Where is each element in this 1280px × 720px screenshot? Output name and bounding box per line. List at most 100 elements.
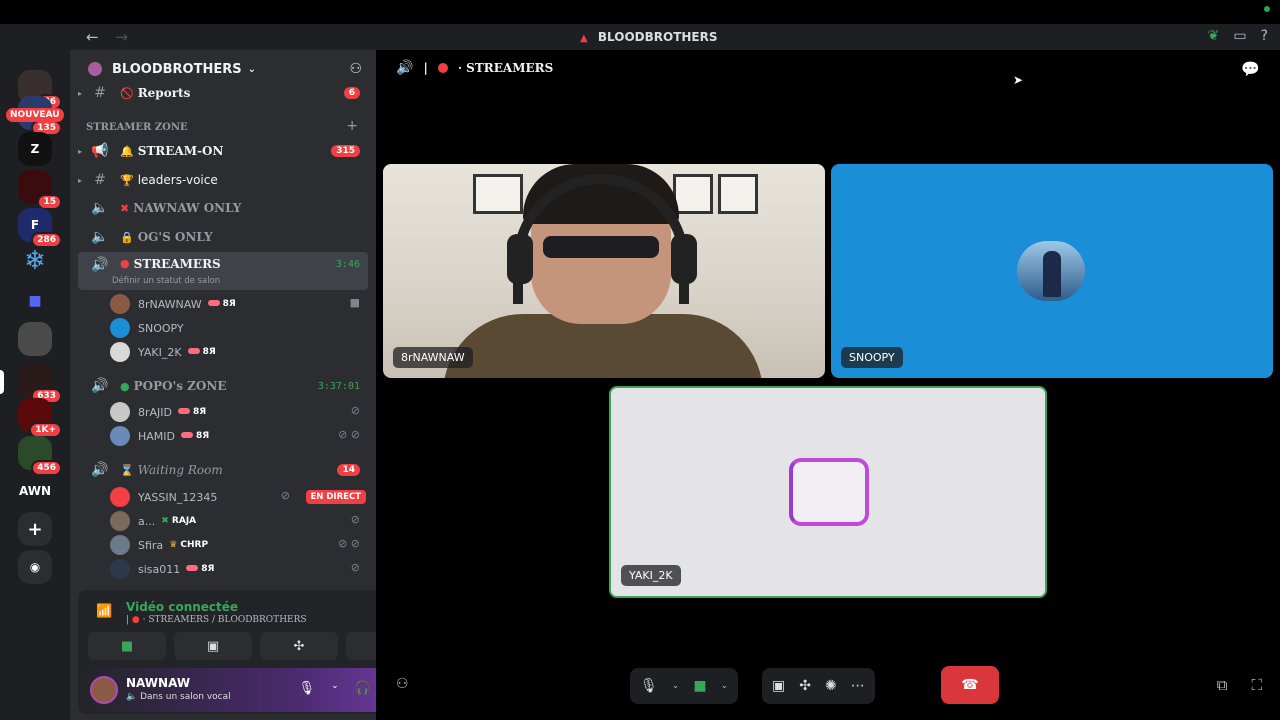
channel-reports[interactable]: ▸ # 🚫 Reports 6 bbox=[78, 80, 368, 106]
channel-stream-on[interactable]: ▸ 📢 🔔 STREAM-ON 315 bbox=[78, 138, 368, 164]
folder-icon[interactable]: ■ bbox=[18, 284, 52, 318]
call-timer: 3:46 bbox=[335, 259, 360, 270]
user-status: 🔈 Dans un salon vocal bbox=[126, 692, 231, 702]
headphones-icon[interactable]: 🎧 bbox=[355, 681, 371, 696]
channel-emoji: 🔔 bbox=[120, 144, 134, 158]
awn-server-icon[interactable]: AWN bbox=[18, 474, 52, 508]
stage-header: 🔊 | · STREAMERS bbox=[396, 60, 553, 76]
activities-button[interactable]: ✣ bbox=[260, 632, 338, 660]
channel-waiting-room[interactable]: 🔊 ⌛ Waiting Room 14 bbox=[78, 457, 368, 483]
title-bar: ← → ▲ BLOODBROTHERS ❦ ▭ ? bbox=[0, 24, 1280, 50]
server-label: ❄ bbox=[24, 246, 46, 276]
back-arrow-icon[interactable]: ← bbox=[86, 28, 99, 46]
microphone-icon[interactable]: 🎙 bbox=[640, 678, 658, 694]
fullscreen-icon[interactable]: ⛶ bbox=[1251, 676, 1262, 694]
snowflake-server-icon[interactable]: ❄ bbox=[18, 244, 52, 278]
voice-user[interactable]: sisa011 8Я bbox=[110, 558, 214, 580]
channel-nawnaw-only[interactable]: 🔈 ✖ NAWNAW ONLY bbox=[78, 195, 368, 221]
channel-emoji: 🏆 bbox=[120, 173, 134, 187]
activities-icon[interactable]: ✣ bbox=[799, 678, 811, 694]
server-icon-11[interactable]: 456 bbox=[18, 436, 62, 476]
voice-user[interactable]: HAMID 8Я bbox=[110, 425, 209, 447]
voice-user[interactable]: 8rNAWNAW 8Я bbox=[110, 293, 236, 315]
add-channel-icon[interactable]: + bbox=[346, 118, 358, 134]
chevron-down-icon[interactable]: ⌄ bbox=[721, 681, 729, 691]
user-panel: NAWNAW 🔈 Dans un salon vocal 🎙 ⌄ 🎧 ⌄ ⚙ bbox=[78, 668, 376, 712]
avatar[interactable] bbox=[90, 676, 118, 704]
voice-location[interactable]: | ● · STREAMERS / BLOODBROTHERS bbox=[126, 615, 307, 625]
video-tile-snoopy[interactable]: SNOOPY bbox=[831, 164, 1273, 378]
screen-share-icon[interactable]: ▣ bbox=[772, 678, 785, 694]
speaker-icon: 🔊 bbox=[396, 60, 414, 76]
deafened-icon: ⊘ ⊘ bbox=[338, 537, 360, 550]
voice-user[interactable]: 8rAJID 8Я bbox=[110, 401, 206, 423]
share-activity-group: ▣ ✣ ✺ ⋯ bbox=[762, 668, 875, 704]
server-icon-5[interactable]: F 286 bbox=[18, 208, 62, 248]
avatar bbox=[110, 426, 130, 446]
voice-user[interactable]: a... ✖ RAJA bbox=[110, 510, 196, 532]
hourglass-icon: ⌛ bbox=[120, 463, 134, 477]
help-icon[interactable]: ? bbox=[1261, 28, 1268, 44]
server-icon-3[interactable]: Z bbox=[18, 132, 52, 166]
window-title: ▲ BLOODBROTHERS bbox=[580, 30, 718, 44]
online-dot bbox=[1264, 6, 1270, 12]
caret-icon: ▸ bbox=[78, 175, 83, 185]
server-icon-4[interactable]: 15 bbox=[18, 170, 62, 210]
speaker-active-icon: 🔊 bbox=[91, 378, 109, 394]
screen-share-button[interactable]: ▣ bbox=[174, 632, 252, 660]
server-icon-8[interactable] bbox=[18, 322, 52, 356]
channel-popos-zone[interactable]: 🔊 ● POPO's ZONE 3:37:01 bbox=[78, 373, 368, 399]
server-icon-9[interactable]: 633 bbox=[18, 364, 62, 404]
channel-name: Reports bbox=[137, 86, 191, 100]
microphone-icon[interactable]: 🎙 bbox=[299, 681, 316, 696]
voice-status[interactable]: Vidéo connectée bbox=[126, 600, 238, 614]
video-tile-8rnawnaw[interactable]: 8rNAWNAW bbox=[383, 164, 825, 378]
earcup bbox=[671, 234, 697, 284]
avatar bbox=[110, 559, 130, 579]
category-streamer-zone[interactable]: STREAMER ZONE bbox=[86, 122, 188, 133]
channel-streamers[interactable]: 🔊 ● STREAMERS 3:46 Définir un statut de … bbox=[78, 252, 368, 290]
earcup bbox=[507, 234, 533, 284]
invite-to-call-icon[interactable]: ⚇ bbox=[396, 676, 409, 692]
invite-user-icon[interactable]: ⚇ bbox=[349, 61, 362, 77]
server-icon-10[interactable]: 1K+ bbox=[18, 398, 62, 438]
voice-user[interactable]: YAKI_2K 8Я bbox=[110, 341, 216, 363]
pop-out-icon[interactable]: ⧉ bbox=[1217, 676, 1228, 694]
nitro-leaf-icon[interactable]: ❦ bbox=[1208, 28, 1220, 44]
snoopy-avatar bbox=[1017, 241, 1085, 301]
set-status-hint[interactable]: Définir un statut de salon bbox=[112, 276, 220, 286]
soundboard-button[interactable]: ✺ bbox=[346, 632, 376, 660]
video-tile-yaki2k[interactable]: YAKI_2K bbox=[609, 386, 1047, 598]
camera-icon[interactable]: ■ bbox=[693, 678, 706, 694]
soundboard-icon[interactable]: ✺ bbox=[825, 678, 837, 694]
channel-name: Waiting Room bbox=[137, 463, 223, 477]
video-button[interactable]: ■ bbox=[88, 632, 166, 660]
server-label: ◉ bbox=[29, 560, 41, 574]
explore-icon[interactable]: ◉ bbox=[18, 550, 52, 584]
signal-icon: 📶 bbox=[96, 604, 113, 619]
forward-arrow-icon[interactable]: → bbox=[115, 28, 128, 46]
lock-icon: 🔒 bbox=[120, 230, 134, 244]
camera-icon: ■ bbox=[349, 296, 360, 309]
divider: | bbox=[423, 61, 428, 75]
chevron-down-icon[interactable]: ⌄ bbox=[672, 681, 680, 691]
username[interactable]: NAWNAW bbox=[126, 676, 190, 690]
screen-icon[interactable]: ▭ bbox=[1233, 28, 1246, 44]
channel-name: NAWNAW ONLY bbox=[133, 201, 242, 215]
voice-user[interactable]: SNOOPY bbox=[110, 317, 184, 339]
guild-name: BLOODBROTHERS bbox=[112, 61, 242, 77]
chat-bubble-icon[interactable]: 💬 bbox=[1241, 60, 1260, 78]
speaker-icon: 🔈 bbox=[91, 200, 109, 216]
hang-up-button[interactable]: ☎ bbox=[941, 666, 999, 704]
add-server-icon[interactable]: + bbox=[18, 512, 52, 546]
channel-leaders-voice[interactable]: ▸ # 🏆 leaders-voice bbox=[78, 167, 368, 193]
more-options-icon[interactable]: ⋯ bbox=[851, 678, 865, 694]
channel-emoji: ✖ bbox=[120, 201, 130, 215]
channel-ogs-only[interactable]: 🔈 🔒 OG'S ONLY bbox=[78, 224, 368, 250]
green-dot-icon: ● bbox=[120, 379, 130, 393]
voice-user[interactable]: Sfira ♛ CHRP bbox=[110, 534, 208, 556]
window-title-text: BLOODBROTHERS bbox=[597, 30, 718, 44]
chevron-down-icon[interactable]: ⌄ bbox=[331, 681, 339, 696]
voice-user-name: HAMID bbox=[138, 429, 176, 443]
voice-user[interactable]: YASSIN_12345 bbox=[110, 486, 217, 508]
